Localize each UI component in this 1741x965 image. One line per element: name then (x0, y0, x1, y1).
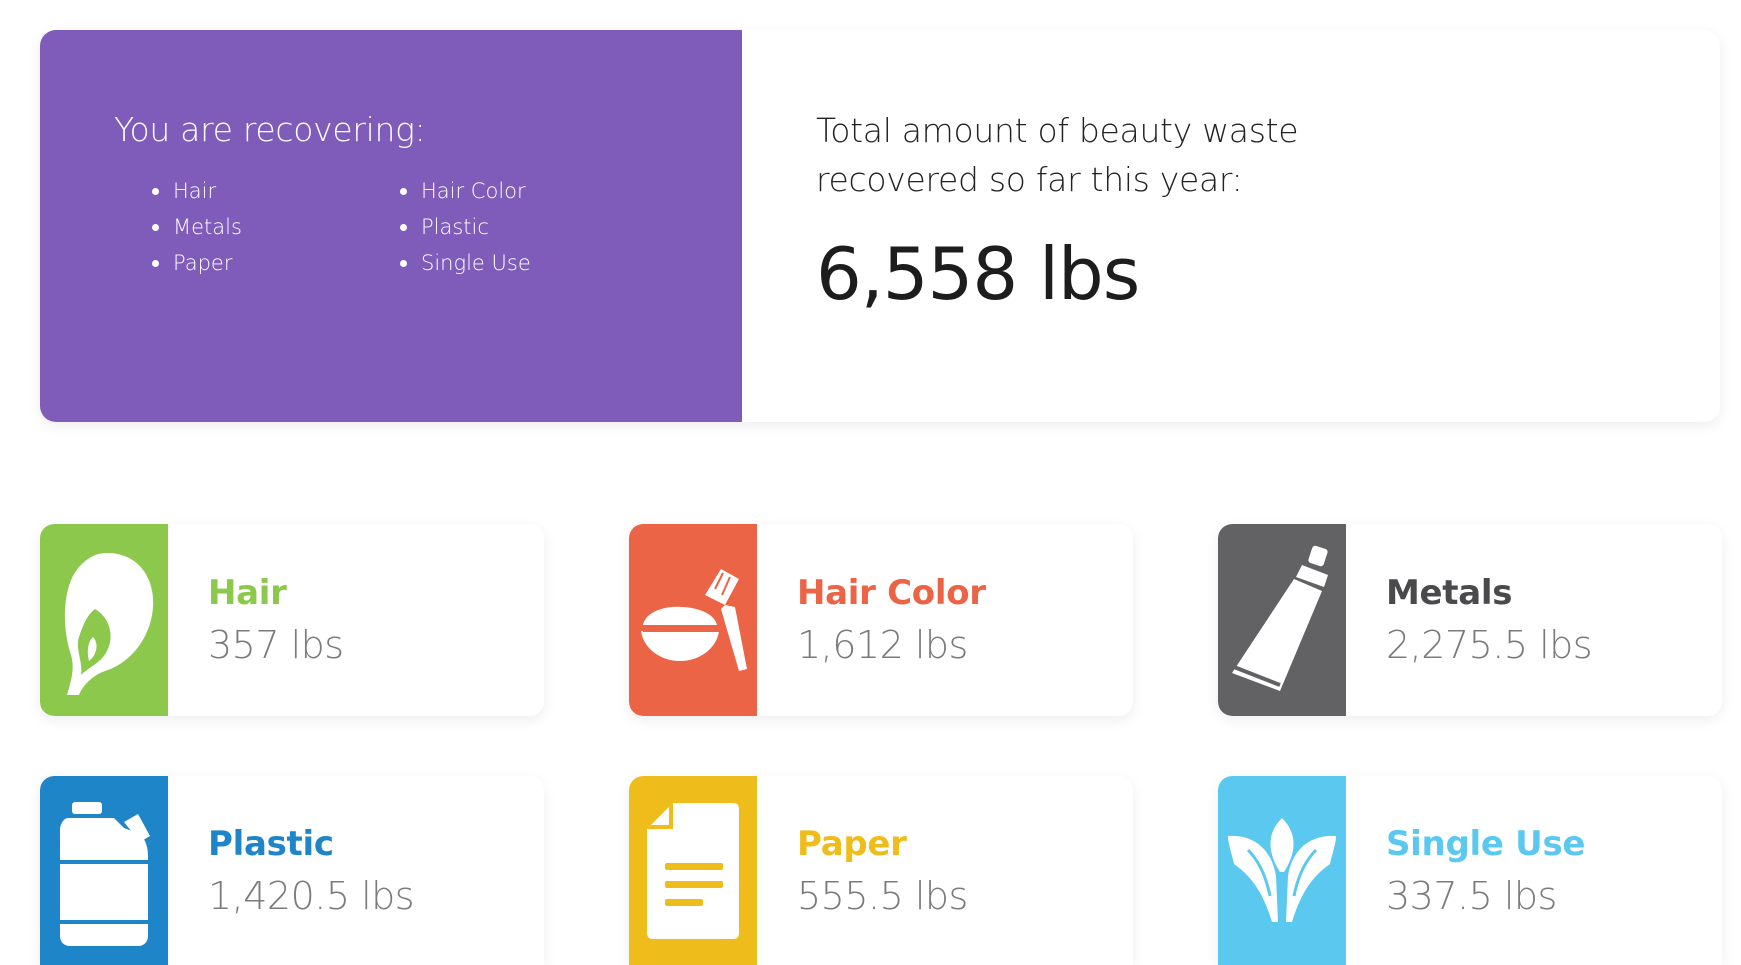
paper-document-icon (629, 776, 757, 965)
category-text: Single Use 337.5 lbs (1346, 824, 1585, 918)
category-card-plastic: Plastic 1,420.5 lbs (40, 776, 544, 965)
category-amount: 555.5 lbs (797, 873, 968, 918)
metal-tube-icon (1218, 524, 1346, 716)
category-amount: 357 lbs (208, 623, 344, 667)
hair-head-icon (40, 524, 168, 716)
total-label: Total amount of beauty waste recovered s… (816, 111, 1299, 199)
recovering-item: Paper (152, 245, 400, 281)
leaf-sprout-icon (1218, 776, 1346, 965)
category-card-hair: Hair 357 lbs (40, 524, 544, 716)
recovering-item: Hair Color (400, 173, 648, 209)
recovering-item: Plastic (400, 209, 648, 245)
recovering-list: Hair Metals Paper Hair Color Plastic Sin… (152, 173, 742, 281)
total-panel: Total amount of beauty waste recovered s… (742, 30, 1356, 422)
recovering-panel: You are recovering: Hair Metals Paper Ha… (40, 30, 742, 422)
category-name: Hair (208, 573, 287, 613)
category-amount: 337.5 lbs (1386, 873, 1557, 918)
category-name: Single Use (1386, 823, 1586, 864)
category-card-paper: Paper 555.5 lbs (629, 776, 1133, 965)
category-name: Plastic (208, 823, 334, 864)
recovering-item: Metals (152, 209, 400, 245)
total-value: 6,558 lbs (816, 232, 1140, 316)
category-text: Hair Color 1,612 lbs (757, 573, 986, 667)
category-amount: 2,275.5 lbs (1386, 623, 1593, 667)
category-text: Metals 2,275.5 lbs (1346, 573, 1593, 667)
category-amount: 1,612 lbs (797, 623, 968, 667)
category-name: Hair Color (797, 573, 986, 613)
category-name: Metals (1386, 573, 1513, 613)
recovering-item: Single Use (400, 245, 648, 281)
category-name: Paper (797, 823, 907, 864)
plastic-jug-icon (40, 776, 168, 965)
category-card-metals: Metals 2,275.5 lbs (1218, 524, 1722, 716)
recovering-title: You are recovering: (114, 110, 426, 149)
hair-dye-bowl-brush-icon (629, 524, 757, 716)
page: You are recovering: Hair Metals Paper Ha… (0, 0, 1741, 965)
summary-card: You are recovering: Hair Metals Paper Ha… (40, 30, 1720, 422)
category-text: Hair 357 lbs (168, 573, 344, 667)
recovering-item: Hair (152, 173, 400, 209)
category-card-hair-color: Hair Color 1,612 lbs (629, 524, 1133, 716)
category-amount: 1,420.5 lbs (208, 873, 415, 918)
category-card-single-use: Single Use 337.5 lbs (1218, 776, 1722, 965)
category-text: Plastic 1,420.5 lbs (168, 823, 415, 918)
category-text: Paper 555.5 lbs (757, 824, 968, 918)
